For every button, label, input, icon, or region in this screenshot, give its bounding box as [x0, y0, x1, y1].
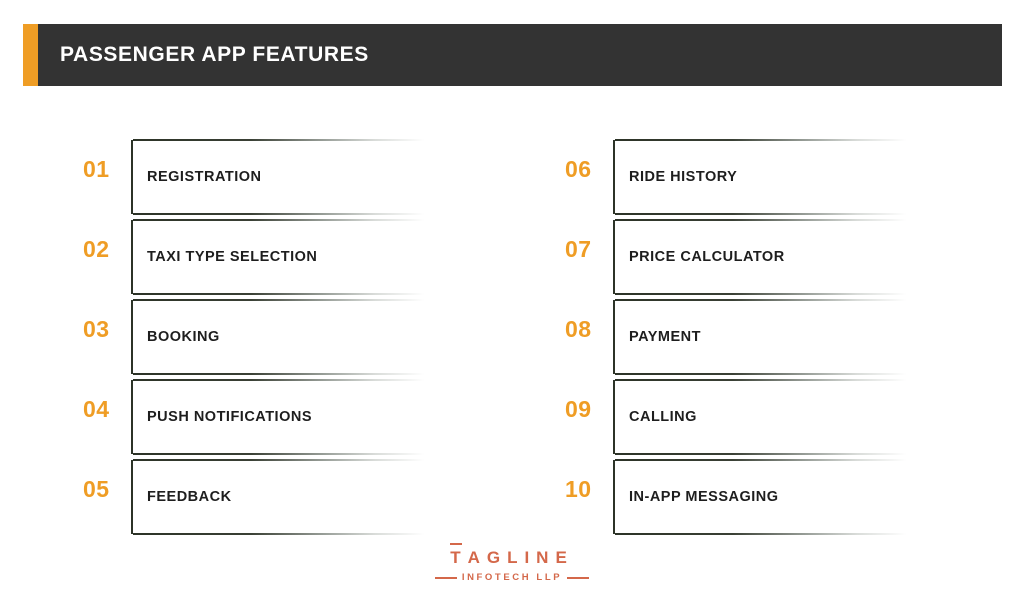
- feature-row[interactable]: 02 TAXI TYPE SELECTION: [83, 211, 513, 295]
- feature-row[interactable]: 07 PRICE CALCULATOR: [565, 211, 995, 295]
- feature-box[interactable]: PUSH NOTIFICATIONS: [131, 379, 443, 455]
- logo-rule-left-icon: [434, 576, 457, 579]
- feature-number: 04: [83, 395, 110, 422]
- logo-subline: INFOTECH LLP: [434, 572, 590, 583]
- feature-label: PRICE CALCULATOR: [629, 249, 785, 265]
- feature-label: CALLING: [629, 409, 697, 425]
- feature-box[interactable]: PAYMENT: [613, 299, 925, 375]
- page-header: PASSENGER APP FEATURES: [23, 24, 1002, 86]
- feature-number: 05: [83, 475, 110, 502]
- feature-box[interactable]: CALLING: [613, 379, 925, 455]
- feature-row[interactable]: 10 IN-APP MESSAGING: [565, 451, 995, 535]
- page-title: PASSENGER APP FEATURES: [60, 43, 369, 66]
- logo-t-letter: T: [450, 548, 468, 567]
- logo-wordmark-rest: AGLINE: [467, 548, 574, 567]
- feature-box[interactable]: PRICE CALCULATOR: [613, 219, 925, 295]
- logo-subtext: INFOTECH LLP: [461, 572, 563, 583]
- feature-number: 08: [565, 315, 592, 342]
- header-accent-bar: [23, 24, 38, 86]
- logo-t-glyph: T: [450, 543, 468, 567]
- feature-box[interactable]: BOOKING: [131, 299, 443, 375]
- feature-row[interactable]: 04 PUSH NOTIFICATIONS: [83, 371, 513, 455]
- feature-label: TAXI TYPE SELECTION: [147, 249, 318, 265]
- feature-number: 02: [83, 235, 110, 262]
- feature-number: 10: [565, 475, 592, 502]
- feature-number: 06: [565, 155, 592, 182]
- feature-row[interactable]: 01 REGISTRATION: [83, 131, 513, 215]
- header-panel: PASSENGER APP FEATURES: [38, 24, 1002, 86]
- feature-label: REGISTRATION: [147, 169, 262, 185]
- logo-wordmark: T AGLINE: [450, 543, 574, 567]
- feature-box[interactable]: RIDE HISTORY: [613, 139, 925, 215]
- feature-box[interactable]: REGISTRATION: [131, 139, 443, 215]
- feature-number: 09: [565, 395, 592, 422]
- feature-row[interactable]: 09 CALLING: [565, 371, 995, 455]
- feature-row[interactable]: 08 PAYMENT: [565, 291, 995, 375]
- feature-label: FEEDBACK: [147, 489, 232, 505]
- feature-row[interactable]: 06 RIDE HISTORY: [565, 131, 995, 215]
- feature-number: 01: [83, 155, 110, 182]
- features-left-column: 01 REGISTRATION 02 TAXI TYPE SELECTION 03 BOO…: [83, 131, 513, 535]
- logo-rule-right-icon: [567, 576, 590, 579]
- feature-label: PAYMENT: [629, 329, 701, 345]
- feature-number: 03: [83, 315, 110, 342]
- features-right-column: 06 RIDE HISTORY 07 PRICE CALCULATOR 08 PAYMEN…: [565, 131, 995, 535]
- logo-t-overline-icon: [450, 543, 463, 545]
- footer-logo: T AGLINE INFOTECH LLP: [0, 543, 1024, 583]
- feature-number: 07: [565, 235, 592, 262]
- feature-label: RIDE HISTORY: [629, 169, 738, 185]
- feature-label: PUSH NOTIFICATIONS: [147, 409, 313, 425]
- feature-box[interactable]: FEEDBACK: [131, 459, 443, 535]
- feature-row[interactable]: 03 BOOKING: [83, 291, 513, 375]
- feature-box[interactable]: IN-APP MESSAGING: [613, 459, 925, 535]
- feature-label: BOOKING: [147, 329, 220, 345]
- feature-label: IN-APP MESSAGING: [629, 489, 779, 505]
- feature-box[interactable]: TAXI TYPE SELECTION: [131, 219, 443, 295]
- feature-row[interactable]: 05 FEEDBACK: [83, 451, 513, 535]
